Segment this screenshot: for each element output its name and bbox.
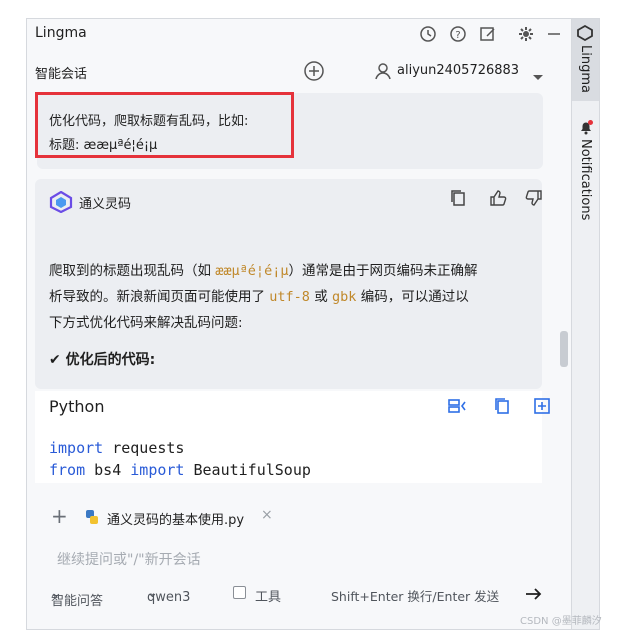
- user-icon: [373, 61, 393, 85]
- inline-code: gbk: [332, 289, 357, 305]
- attached-file-name[interactable]: 通义灵码的基本使用.py: [107, 509, 244, 528]
- remove-attachment-icon[interactable]: ×: [261, 507, 273, 523]
- reply-paragraph-line-3: 下方式优化代码来解决乱码问题:: [49, 315, 243, 331]
- history-icon[interactable]: [417, 23, 439, 45]
- text-segment: 或: [309, 289, 333, 305]
- tool-window-sidebar: Lingma Notifications: [572, 18, 600, 630]
- tongyi-logo-icon: [49, 190, 73, 217]
- code-line: import requests: [49, 439, 184, 457]
- thumbs-up-icon[interactable]: [489, 189, 507, 211]
- gear-icon[interactable]: [515, 23, 537, 45]
- tools-label: 工具: [255, 590, 282, 605]
- keyboard-hint: Shift+Enter 换行/Enter 发送: [331, 589, 500, 604]
- text-segment: 编码，可以通过以: [356, 289, 469, 305]
- account-name[interactable]: aliyun2405726883: [397, 63, 519, 78]
- model-label: qwen3: [147, 590, 191, 605]
- code-text: bs4: [85, 461, 131, 479]
- copy-code-icon[interactable]: [493, 397, 511, 419]
- new-session-plus-icon[interactable]: [303, 60, 325, 86]
- text-segment: 析导致的。新浪新闻页面可能使用了: [49, 289, 270, 305]
- code-language: Python: [49, 397, 105, 416]
- code-keyword: import: [130, 461, 185, 479]
- inline-code: utf-8: [269, 289, 310, 305]
- reply-paragraph-line-1: 爬取到的标题出现乱码（如 æ­æµªé¦é¡µ）通常是由于网页编码未正确解: [49, 261, 477, 281]
- assistant-reply: 通义灵码 爬取到的标题出现乱码（如 æ­æµªé¦é¡µ）通常是由于网页编码未正…: [35, 179, 542, 389]
- code-keyword: import: [49, 439, 104, 457]
- python-file-icon: [83, 508, 101, 530]
- minimize-icon[interactable]: [543, 23, 565, 45]
- copy-icon[interactable]: [449, 189, 467, 211]
- scrollbar-thumb[interactable]: [560, 331, 568, 367]
- section-heading: ✔ 优化后的代码:: [49, 352, 156, 368]
- text-segment: 爬取到的标题出现乱码（如: [49, 263, 216, 279]
- insert-code-icon[interactable]: [447, 397, 467, 419]
- reply-paragraph-line-2: 析导致的。新浪新闻页面可能使用了 utf-8 或 gbk 编码，可以通过以: [49, 287, 469, 307]
- mode-label: 智能问答: [51, 594, 104, 609]
- window-title: Lingma: [35, 25, 87, 41]
- lingma-panel: Lingma ? 智能会话 aliyun2405726883 优化代码，爬取标题…: [26, 18, 572, 630]
- help-icon[interactable]: ?: [447, 23, 469, 45]
- code-keyword: from: [49, 461, 86, 479]
- session-header: 智能会话 aliyun2405726883: [27, 55, 571, 89]
- model-select[interactable]: qwen3 ⌄: [147, 586, 190, 605]
- highlight-box: [35, 92, 294, 158]
- watermark: CSDN @墨菲麟汐: [520, 616, 602, 627]
- send-arrow-icon[interactable]: [525, 586, 543, 606]
- session-title: 智能会话: [35, 67, 88, 82]
- code-block: Python import requests from bs4 import B…: [35, 391, 550, 483]
- chat-input[interactable]: 继续提问或"/"新开会话: [57, 549, 201, 569]
- thumbs-down-icon[interactable]: [525, 189, 543, 211]
- input-toolbar: 智能问答 ⌄ qwen3 ⌄ 工具 Shift+Enter 换行/Enter 发…: [27, 582, 571, 609]
- add-context-icon[interactable]: +: [51, 505, 68, 527]
- sidebar-tab-notifications[interactable]: Notifications: [578, 139, 593, 220]
- code-line: from bs4 import BeautifulSoup: [49, 461, 311, 479]
- lingma-logo-icon: [577, 24, 593, 45]
- inline-code: æ­æµªé¦é¡µ: [215, 263, 289, 279]
- attachment-row: + 通义灵码的基本使用.py ×: [27, 505, 571, 531]
- code-text: requests: [103, 439, 185, 457]
- sidebar-label-lingma: Lingma: [578, 45, 593, 93]
- title-bar: Lingma ?: [27, 19, 571, 49]
- tools-checkbox[interactable]: [233, 586, 246, 599]
- svg-text:?: ?: [455, 30, 460, 41]
- mode-select[interactable]: 智能问答 ⌄: [51, 586, 103, 609]
- bell-icon[interactable]: [578, 119, 594, 139]
- sidebar-tab-lingma[interactable]: Lingma: [572, 19, 599, 101]
- edit-icon[interactable]: [477, 23, 499, 45]
- assistant-name: 通义灵码: [79, 197, 132, 212]
- chevron-down-icon[interactable]: [532, 67, 544, 86]
- code-text: BeautifulSoup: [184, 461, 311, 479]
- text-segment: ）通常是由于网页编码未正确解: [288, 263, 478, 279]
- new-file-icon[interactable]: [533, 397, 551, 419]
